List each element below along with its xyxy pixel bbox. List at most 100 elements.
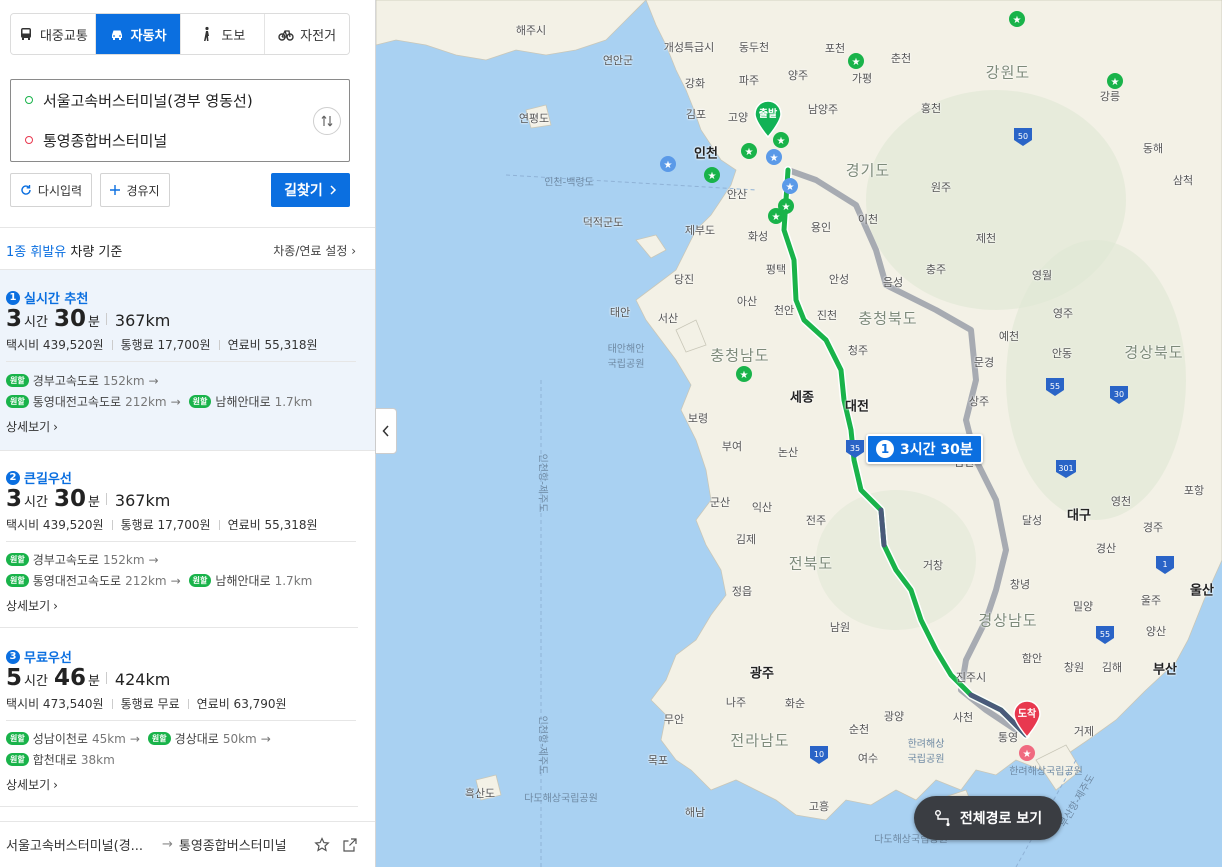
route-hours: 3	[6, 306, 23, 332]
route-number-badge: 1	[876, 440, 894, 458]
svg-text:55: 55	[1050, 382, 1060, 391]
start-location-field[interactable]: 서울고속버스터미널(경부 영동선)	[25, 87, 299, 113]
route-costs: 택시비 473,540원 통행료 무료 연료비 63,790원	[6, 695, 287, 712]
route-detail-link[interactable]: 상세보기 ›	[6, 597, 58, 614]
route-option-card[interactable]: 3 무료우선 5 시간 46 분 424km 택시비 473,540원 통행료 무료…	[0, 629, 375, 807]
map-ferry-label: 인천항-제주도	[536, 453, 548, 513]
landmark-star-icon: ★	[782, 178, 798, 194]
map-park-label: 한려해상국립공원	[1009, 766, 1083, 778]
route-time-bubble[interactable]: 1 3시간 30분	[866, 434, 983, 464]
route-option-card[interactable]: 2 큰길우선 3 시간 30 분 367km 택시비 439,520원 통행료 17…	[0, 450, 375, 628]
traffic-smooth-badge: 원할	[188, 574, 212, 587]
map-city-label: 대구	[1067, 508, 1091, 524]
route-distance: 424km	[114, 670, 171, 689]
svg-text:★: ★	[1013, 15, 1022, 26]
arrow-right-icon: →	[129, 731, 140, 746]
map-place-label: 흑산도	[464, 787, 496, 800]
map-place-label: 울주	[1140, 594, 1162, 607]
share-icon[interactable]	[341, 836, 359, 854]
favorite-star-icon[interactable]	[313, 836, 331, 854]
map-place-label: 김해	[1101, 661, 1123, 674]
chevron-left-icon	[382, 425, 389, 437]
map-place-label: 강릉	[1099, 90, 1121, 103]
start-location-text: 서울고속버스터미널(경부 영동선)	[43, 91, 253, 110]
landmark-star-icon: ★	[766, 149, 782, 165]
transport-mode-tabs: 대중교통 자동차 도보 자전거	[10, 13, 350, 55]
fuel-cost: 연료비 63,790원	[196, 697, 287, 711]
traffic-smooth-badge: 원할	[147, 732, 171, 745]
svg-text:35: 35	[850, 444, 860, 453]
traffic-smooth-badge: 원할	[6, 395, 29, 408]
route-option-card[interactable]: 1 실시간 추천 3 시간 30 분 367km 택시비 439,520원 통행료 …	[0, 270, 375, 450]
tab-car[interactable]: 자동차	[95, 14, 181, 54]
tab-public-transit[interactable]: 대중교통	[11, 14, 96, 54]
tab-bicycle[interactable]: 자전거	[265, 14, 349, 54]
arrow-right-icon: →	[148, 552, 159, 567]
congested-segment	[878, 507, 887, 548]
map-place-label: 용인	[810, 221, 832, 234]
tab-walk-label: 도보	[221, 28, 246, 44]
end-location-field[interactable]: 통영종합버스터미널	[25, 127, 299, 153]
map-place-label: 서산	[657, 312, 679, 325]
vehicle-setting-label: 차종/연료 설정	[273, 243, 348, 258]
road-distance: 50km	[222, 731, 257, 746]
route-detail-link[interactable]: 상세보기 ›	[6, 776, 58, 793]
svg-text:★: ★	[708, 171, 717, 182]
road-name: 통영대전고속도로	[32, 395, 122, 409]
map-place-label: 원주	[930, 181, 952, 194]
separator	[105, 313, 107, 325]
divider	[6, 720, 356, 721]
swap-icon	[321, 115, 333, 127]
map-region-label: 강원도	[985, 63, 1031, 82]
route-overview-icon	[934, 810, 950, 827]
map-place-label: 개성특급시	[663, 41, 715, 54]
reset-input-label: 다시입력	[37, 183, 83, 198]
taxi-fare: 택시비 439,520원	[6, 338, 104, 352]
swap-locations-button[interactable]	[313, 107, 341, 135]
map-place-label: 영천	[1110, 495, 1132, 508]
map-place-label: 함안	[1021, 652, 1043, 665]
start-pin-label: 출발	[758, 109, 778, 120]
view-full-route-button[interactable]: 전체경로 보기	[914, 796, 1062, 840]
map-place-label: 춘천	[890, 52, 912, 65]
add-waypoint-button[interactable]: 경유지	[100, 173, 170, 207]
bicycle-icon	[278, 30, 294, 41]
route-detail-link[interactable]: 상세보기 ›	[6, 418, 58, 435]
divider	[0, 227, 375, 228]
end-pin-label: 도착	[1017, 709, 1037, 720]
vehicle-basis: 1종 휘발유 차량 기준	[6, 241, 122, 260]
road-name: 통영대전고속도로	[32, 574, 122, 588]
vehicle-setting-link[interactable]: 차종/연료 설정 ›	[273, 242, 356, 259]
reset-input-button[interactable]: 다시입력	[10, 173, 92, 207]
route-option-name: 무료우선	[24, 651, 72, 666]
map-canvas[interactable]: 50 35 55 30 301 1 55 10 ★ ★ ★ ★ ★ ★ ★ ★ …	[376, 0, 1222, 867]
separator	[105, 672, 107, 684]
add-waypoint-label: 경유지	[126, 183, 160, 198]
svg-text:1: 1	[1162, 560, 1167, 569]
end-pin[interactable]: 도착	[1012, 700, 1042, 742]
road-distance: 152km	[102, 552, 145, 567]
map-place-label: 당진	[673, 273, 695, 286]
walk-icon	[204, 26, 210, 41]
map-place-label: 해남	[684, 806, 706, 819]
start-pin[interactable]: 출발	[753, 100, 783, 142]
map-region-label: 전북도	[788, 554, 834, 573]
svg-text:★: ★	[664, 160, 673, 171]
map-place-label: 익산	[751, 501, 773, 514]
map-place-label: 포항	[1183, 484, 1205, 497]
tab-bicycle-label: 자전거	[300, 28, 337, 44]
map-place-label: 음성	[882, 276, 904, 289]
footer-destination: 통영종합버스터미널	[178, 839, 287, 854]
map-city-label: 광주	[750, 666, 774, 682]
map-place-label: 김포	[685, 108, 707, 121]
map-place-label: 가평	[851, 72, 873, 85]
find-route-button[interactable]: 길찾기	[271, 173, 350, 207]
map-place-label: 파주	[738, 74, 760, 87]
tab-walk[interactable]: 도보	[180, 14, 266, 54]
collapse-panel-button[interactable]	[375, 408, 397, 454]
svg-text:★: ★	[782, 202, 791, 213]
map-region-label: 경기도	[845, 161, 891, 180]
map-place-label: 양주	[787, 69, 809, 82]
vehicle-basis-suffix: 차량 기준	[66, 244, 123, 260]
tab-public-transit-label: 대중교통	[39, 28, 88, 44]
